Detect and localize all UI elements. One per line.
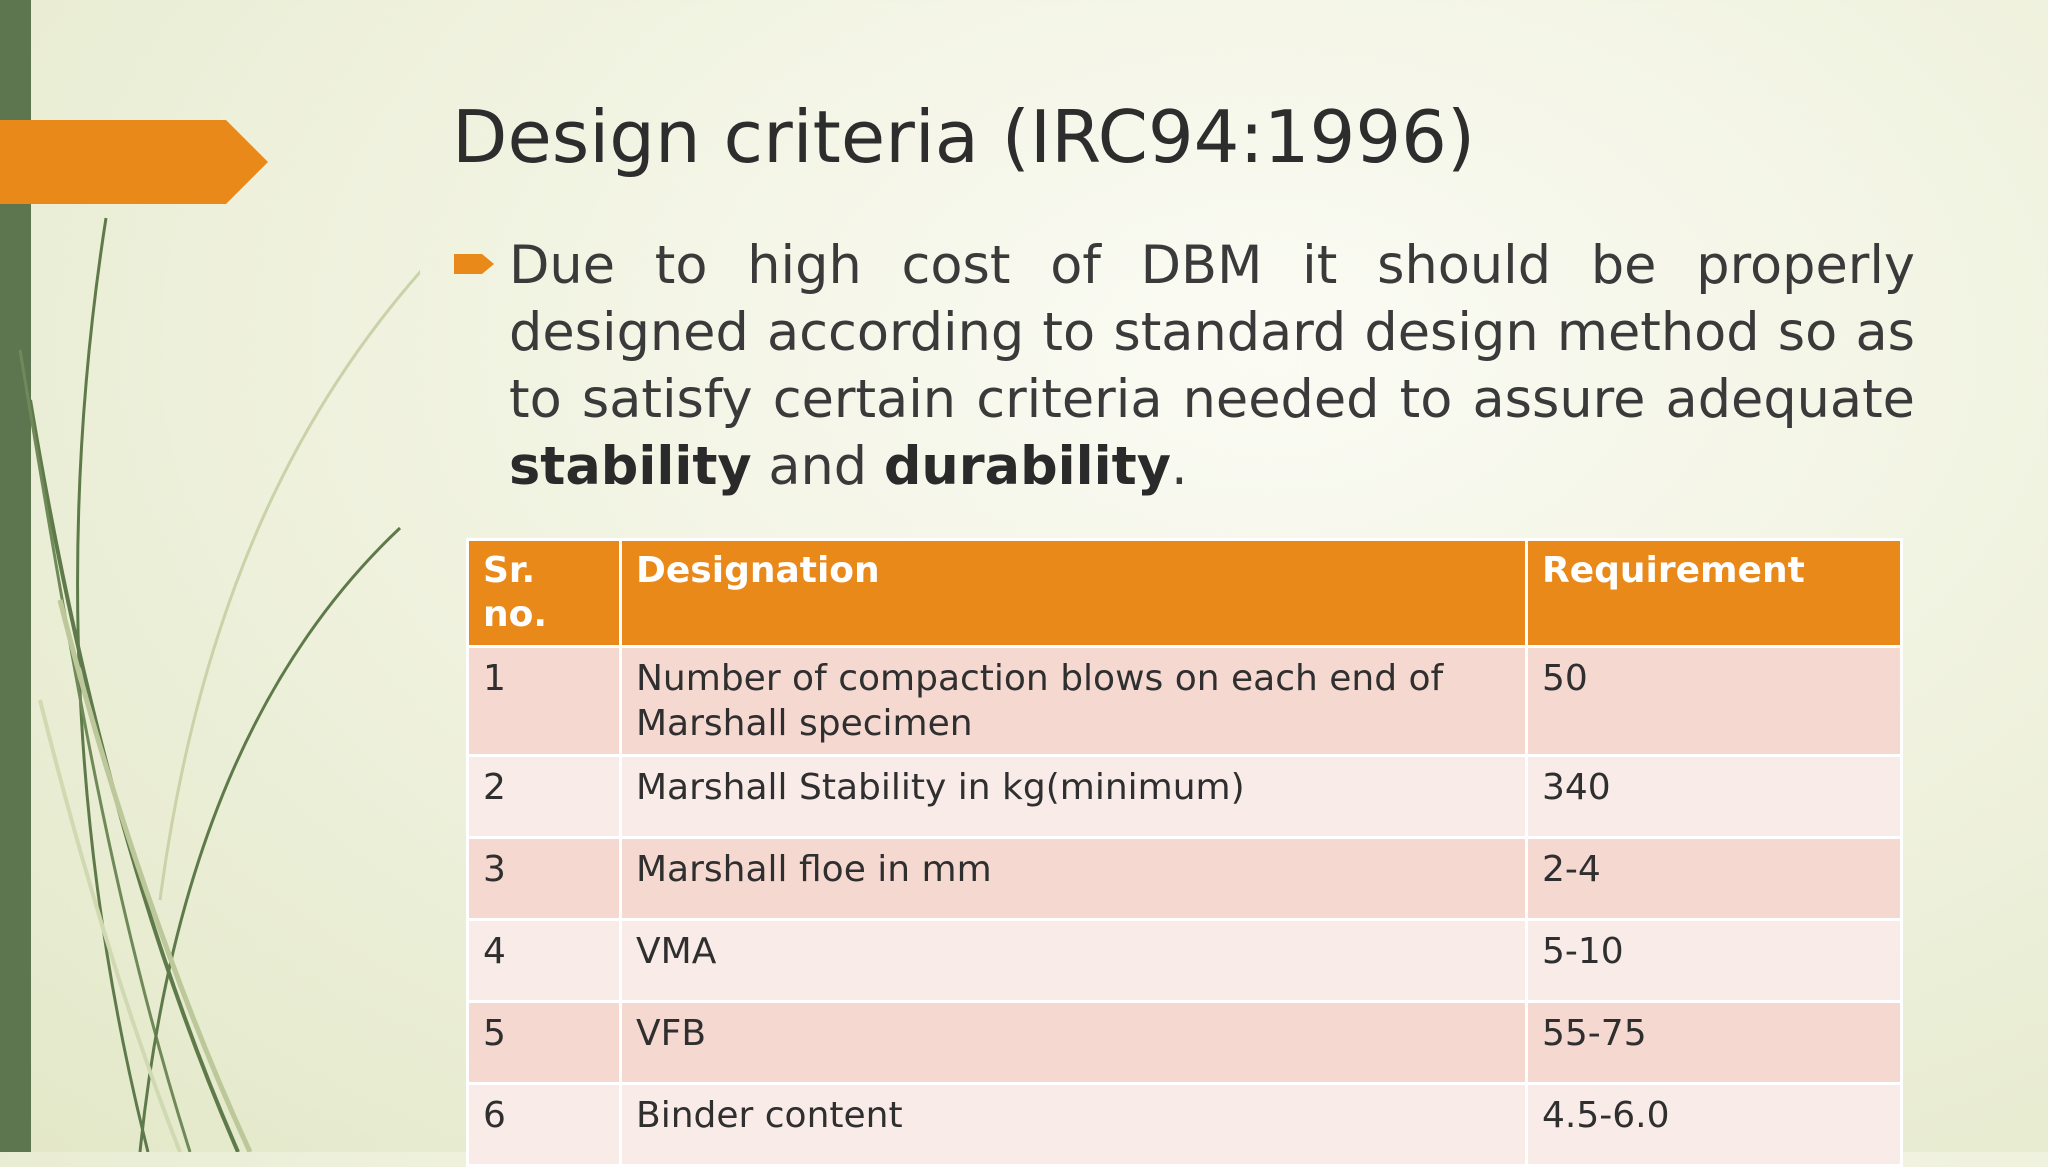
header-sr-no: Sr. no. [466,538,622,648]
design-criteria-table: Sr. no. Designation Requirement 1 Number… [466,538,1903,1167]
cell-designation: VFB [619,1000,1528,1085]
table-row: 3 Marshall floe in mm 2-4 [466,836,1903,921]
paragraph-text-3: . [1171,436,1188,497]
cell-designation: Marshall floe in mm [619,836,1528,921]
slide-title: Design criteria (IRC94:1996) [452,95,1476,179]
cell-requirement: 50 [1525,645,1903,757]
table-row: 1 Number of compaction blows on each end… [466,645,1903,757]
cell-requirement: 340 [1525,754,1903,839]
table-row: 6 Binder content 4.5-6.0 [466,1082,1903,1167]
paragraph-text-2: and [751,436,884,497]
cell-sr: 6 [466,1082,622,1167]
keyword-durability: durability [883,436,1171,497]
cell-designation: Binder content [619,1082,1528,1167]
paragraph-text-1: Due to high cost of DBM it should be pro… [509,235,1915,430]
cell-sr: 4 [466,918,622,1003]
header-requirement: Requirement [1525,538,1903,648]
cell-requirement: 2-4 [1525,836,1903,921]
cell-requirement: 5-10 [1525,918,1903,1003]
cell-requirement: 4.5-6.0 [1525,1082,1903,1167]
body-paragraph: Due to high cost of DBM it should be pro… [509,232,1915,500]
table-row: 5 VFB 55-75 [466,1000,1903,1085]
table-row: 4 VMA 5-10 [466,918,1903,1003]
cell-designation: Marshall Stability in kg(minimum) [619,754,1528,839]
grass-decoration [18,217,420,1152]
cell-sr: 2 [466,754,622,839]
cell-sr: 5 [466,1000,622,1085]
cell-sr: 1 [466,645,622,757]
orange-arrow-bullet-icon [454,254,494,274]
table-header-row: Sr. no. Designation Requirement [466,538,1903,648]
cell-designation: VMA [619,918,1528,1003]
cell-designation: Number of compaction blows on each end o… [619,645,1528,757]
keyword-stability: stability [509,436,752,497]
cell-sr: 3 [466,836,622,921]
table-row: 2 Marshall Stability in kg(minimum) 340 [466,754,1903,839]
header-designation: Designation [619,538,1528,648]
cell-requirement: 55-75 [1525,1000,1903,1085]
